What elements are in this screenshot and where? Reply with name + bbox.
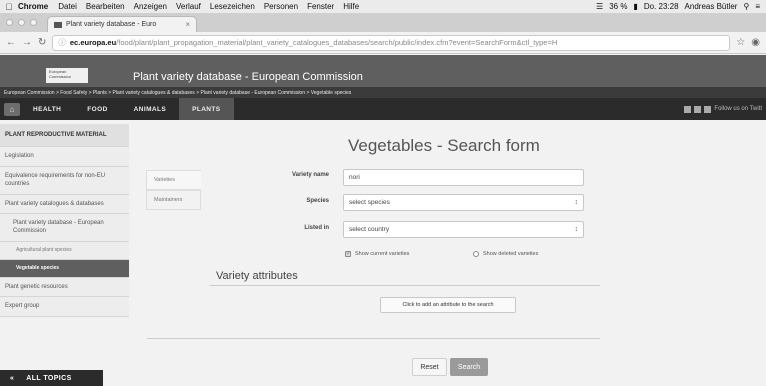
tab-varieties[interactable]: Varieties (146, 170, 201, 190)
variety-attributes-heading: Variety attributes (216, 270, 298, 282)
search-button[interactable]: Search (450, 358, 488, 376)
extension-icon[interactable]: ◉ (751, 37, 760, 48)
menubar-status: ☰ 36 % ▮ Do. 23:28 Andreas Bütler ⚲ ≡ (596, 2, 766, 11)
nav-food[interactable]: FOOD (74, 98, 120, 120)
sidebar-item-database[interactable]: Plant variety database - European Commis… (0, 213, 129, 242)
divider (210, 285, 600, 286)
browser-toolbar: ← → ↻ ⓘ ec.europa.eu/food/plant/plant_pr… (0, 32, 766, 54)
window-close-button[interactable] (6, 19, 13, 26)
sidebar-heading[interactable]: PLANT REPRODUCTIVE MATERIAL (0, 124, 129, 148)
all-topics-label: ALL TOPICS (26, 374, 72, 382)
rss-icon[interactable] (684, 105, 692, 113)
notification-center-icon[interactable]: ≡ (755, 2, 760, 11)
bookmark-star-icon[interactable]: ☆ (736, 37, 745, 48)
reset-button[interactable]: Reset (412, 358, 447, 376)
sidebar-item-agricultural[interactable]: Agricultural plant species (0, 241, 129, 260)
share-icon[interactable] (694, 105, 702, 113)
sidebar-item-genetic-resources[interactable]: Plant genetic resources (0, 277, 129, 298)
all-topics-button[interactable]: « ALL TOPICS (0, 370, 103, 386)
mac-menubar:  Chrome Datei Bearbeiten Anzeigen Verla… (0, 0, 766, 14)
breadcrumb[interactable]: European Commission > Food Safety > Plan… (0, 87, 766, 98)
menu-verlauf[interactable]: Verlauf (176, 2, 201, 11)
window-zoom-button[interactable] (30, 19, 37, 26)
checkbox-unchecked-icon[interactable] (473, 251, 479, 257)
url-domain: ec.europa.eu (69, 38, 117, 47)
page-title: Vegetables - Search form (348, 136, 540, 155)
forward-icon[interactable]: → (22, 37, 32, 48)
nav-animals[interactable]: ANIMALS (121, 98, 179, 120)
sidebar-item-legislation[interactable]: Legislation (0, 147, 129, 167)
menu-personen[interactable]: Personen (264, 2, 298, 11)
clock[interactable]: Do. 23:28 (644, 2, 679, 11)
twitter-follow-link[interactable]: Follow us on Twitt (714, 106, 762, 112)
sidebar-item-vegetable[interactable]: Vegetable species (0, 259, 129, 278)
tab-close-icon[interactable]: × (185, 20, 190, 29)
wifi-icon[interactable]: ☰ (596, 2, 603, 11)
sidebar: PLANT REPRODUCTIVE MATERIAL Legislation … (0, 124, 129, 317)
browser-tab[interactable]: Plant variety database - Euro × (47, 16, 197, 32)
checkbox-checked-icon[interactable]: ✓ (345, 251, 351, 257)
back-icon[interactable]: ← (6, 37, 16, 48)
info-icon[interactable]: ⓘ (58, 37, 66, 48)
tab-maintainers[interactable]: Maintainers (146, 190, 201, 210)
url-path: /food/plant/plant_propagation_material/p… (116, 38, 558, 47)
menu-lesezeichen[interactable]: Lesezeichen (210, 2, 255, 11)
listed-in-select[interactable]: select country (343, 221, 584, 238)
nav-health[interactable]: HEALTH (20, 98, 74, 120)
species-label: Species (306, 198, 329, 204)
sidebar-item-equivalence[interactable]: Equivalence requirements for non-EU coun… (0, 166, 129, 195)
show-deleted-option[interactable]: Show deleted varieties (473, 251, 538, 257)
user-name[interactable]: Andreas Bütler (685, 2, 738, 11)
site-title: Plant variety database - European Commis… (133, 71, 363, 83)
divider (147, 338, 600, 339)
address-bar[interactable]: ⓘ ec.europa.eu/food/plant/plant_propagat… (52, 34, 731, 51)
nav-plants[interactable]: PLANTS (179, 98, 234, 120)
window-minimize-button[interactable] (18, 19, 25, 26)
battery-icon: ▮ (633, 2, 638, 11)
sidebar-item-catalogues[interactable]: Plant variety catalogues & databases (0, 194, 129, 214)
menu-datei[interactable]: Datei (58, 2, 77, 11)
main-nav: ⌂ HEALTH FOOD ANIMALS PLANTS Follow us o… (0, 98, 766, 120)
eu-logo[interactable]: European Commission (46, 68, 88, 83)
browser-tabstrip: Plant variety database - Euro × (0, 14, 766, 32)
battery-level[interactable]: 36 % (609, 2, 627, 11)
url-text: ec.europa.eu/food/plant/plant_propagatio… (70, 38, 557, 47)
favicon-icon (54, 21, 62, 28)
variety-name-label: Variety name (291, 172, 329, 178)
tab-title: Plant variety database - Euro (66, 21, 157, 28)
menu-app-name[interactable]: Chrome (18, 2, 48, 11)
home-icon[interactable]: ⌂ (4, 102, 20, 116)
share-icon-2[interactable] (704, 105, 712, 113)
add-attribute-button[interactable]: Click to add an attribute to the search (380, 297, 516, 313)
menu-bearbeiten[interactable]: Bearbeiten (86, 2, 125, 11)
menu-anzeigen[interactable]: Anzeigen (134, 2, 167, 11)
sidebar-item-expert-group[interactable]: Expert group (0, 297, 129, 317)
apple-icon[interactable]:  (0, 2, 18, 12)
reload-icon[interactable]: ↻ (38, 37, 46, 48)
listed-in-label: Listed in (304, 225, 329, 231)
site-header: European Commission Plant variety databa… (0, 55, 766, 87)
spotlight-icon[interactable]: ⚲ (743, 2, 749, 11)
show-deleted-label: Show deleted varieties (483, 251, 539, 257)
show-current-label: Show current varieties (355, 251, 410, 257)
species-select[interactable]: select species (343, 194, 584, 211)
variety-name-input[interactable]: nori (343, 169, 584, 186)
menu-hilfe[interactable]: Hilfe (343, 2, 359, 11)
menu-fenster[interactable]: Fenster (307, 2, 334, 11)
social-links: Follow us on Twitt (684, 105, 766, 113)
show-current-option[interactable]: ✓ Show current varieties (345, 251, 409, 257)
double-chevron-left-icon: « (10, 374, 15, 382)
